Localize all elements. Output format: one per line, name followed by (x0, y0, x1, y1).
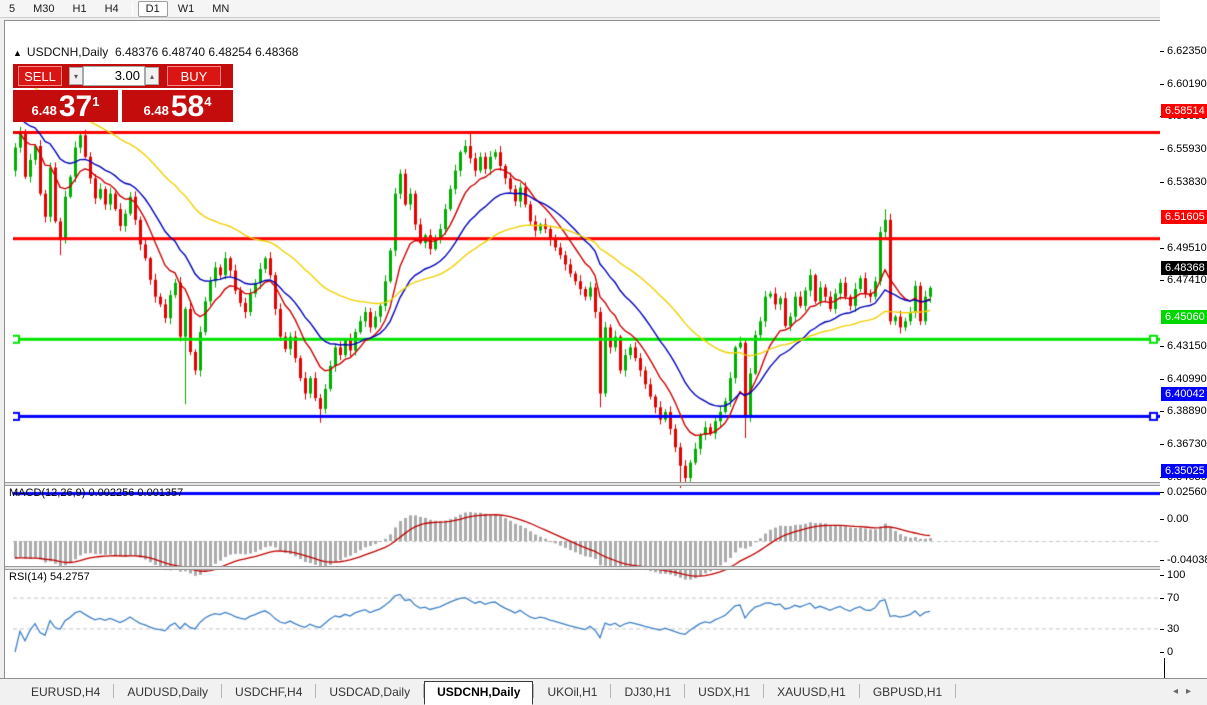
chart-ohlc-values: 6.48376 6.48740 6.48254 6.48368 (115, 45, 299, 59)
chart-symbol-label: USDCNH,Daily (27, 45, 108, 59)
price-tick: 6.60190 (1160, 78, 1207, 91)
chart-tab-bar: EURUSD,H4AUDUSD,DailyUSDCHF,H4USDCAD,Dai… (0, 678, 1207, 705)
macd-axis-tick: 0.025609 (1160, 486, 1207, 499)
timeframe-button-mn[interactable]: MN (204, 1, 237, 17)
one-click-collapse-icon[interactable]: ▲ (13, 48, 22, 58)
volume-decrease-button[interactable]: ▾ (69, 67, 83, 85)
chart-tab-eurusd[interactable]: EURUSD,H4 (18, 681, 113, 705)
price-axis[interactable]: 6.623506.601906.580906.559306.538306.495… (1160, 0, 1207, 658)
chart-tab-usdx[interactable]: USDX,H1 (685, 681, 763, 705)
chart-canvas[interactable] (13, 43, 1164, 679)
sell-price-prefix: 6.48 (32, 103, 57, 118)
price-tick: 6.53830 (1160, 176, 1207, 189)
tab-scroll-left-icon[interactable]: ◂ (1173, 686, 1186, 697)
timeframe-button-w1[interactable]: W1 (170, 1, 203, 17)
volume-increase-button[interactable]: ▴ (145, 67, 159, 85)
timeframe-button-m30[interactable]: M30 (25, 1, 62, 17)
rsi-indicator-label: RSI(14) 54.2757 (9, 571, 90, 583)
price-marker: 6.35025 (1161, 464, 1207, 478)
price-marker: 6.45060 (1161, 310, 1207, 324)
volume-input[interactable]: 3.00 (83, 66, 145, 86)
rsi-axis-tick: 70 (1160, 592, 1179, 605)
price-marker: 6.58514 (1161, 104, 1207, 118)
buy-price-point: 4 (204, 94, 211, 109)
buy-price-prefix: 6.48 (144, 103, 169, 118)
tab-scroll-right-icon[interactable]: ▸ (1186, 686, 1199, 697)
sell-price-pips: 37 (59, 92, 92, 122)
price-tick: 6.62350 (1160, 45, 1207, 58)
chart-title: ▲ USDCNH,Daily 6.48376 6.48740 6.48254 6.… (13, 45, 298, 59)
price-tick: 6.55930 (1160, 143, 1207, 156)
timeframe-button-h4[interactable]: H4 (97, 1, 127, 17)
chart-tab-usdchf[interactable]: USDCHF,H4 (222, 681, 315, 705)
macd-indicator-label: MACD(12,26,9) 0.002256 0.001357 (9, 487, 183, 499)
timeframe-button-d1[interactable]: D1 (138, 1, 168, 17)
price-marker: 6.51605 (1161, 210, 1207, 224)
price-tick: 6.38890 (1160, 405, 1207, 418)
price-marker: 6.40042 (1161, 387, 1207, 401)
one-click-top-row: SELL ▾ 3.00 ▴ BUY (13, 64, 233, 88)
timeframe-toolbar: 5M30H1H4 D1W1MN (0, 0, 1207, 18)
chart-tab-xauusd[interactable]: XAUUSD,H1 (764, 681, 859, 705)
chart-tab-usdcad[interactable]: USDCAD,Daily (316, 681, 423, 705)
buy-price-display[interactable]: 6.48 58 4 (122, 90, 233, 122)
rsi-axis-tick: 30 (1160, 623, 1179, 636)
buy-price-pips: 58 (171, 92, 204, 122)
price-tick: 6.49510 (1160, 242, 1207, 255)
price-tick: 6.36730 (1160, 438, 1207, 451)
price-marker: 6.48368 (1161, 261, 1207, 275)
rsi-axis-tick: 0 (1160, 646, 1173, 659)
chart-window: ▲ USDCNH,Daily 6.48376 6.48740 6.48254 6.… (4, 20, 1207, 678)
macd-pane-separator[interactable] (5, 482, 1207, 486)
price-tick: 6.47410 (1160, 274, 1207, 287)
rsi-axis-tick: 100 (1160, 569, 1185, 582)
sell-price-point: 1 (92, 94, 99, 109)
chart-tab-dj30[interactable]: DJ30,H1 (611, 681, 684, 705)
mt4-terminal: 5M30H1H4 D1W1MN ▲ USDCNH,Daily 6.48376 6.4… (0, 0, 1207, 705)
sell-button[interactable]: SELL (18, 66, 62, 86)
one-click-trading-panel: SELL ▾ 3.00 ▴ BUY 6.48 37 1 6.48 58 4 (13, 64, 233, 122)
price-tick: 6.40990 (1160, 373, 1207, 386)
chart-tab-ukoil[interactable]: UKOil,H1 (534, 681, 610, 705)
tab-separator (955, 684, 956, 698)
macd-axis-tick: -0.04038 (1160, 554, 1207, 567)
rsi-pane-separator[interactable] (5, 566, 1207, 570)
timeframe-button-5[interactable]: 5 (1, 1, 23, 17)
buy-button[interactable]: BUY (167, 66, 221, 86)
timeframe-button-h1[interactable]: H1 (65, 1, 95, 17)
tab-scroll-arrows: ◂▸ (1173, 686, 1199, 697)
toolbar-separator (132, 2, 133, 16)
sell-price-display[interactable]: 6.48 37 1 (13, 90, 118, 122)
chart-tab-usdcnh[interactable]: USDCNH,Daily (424, 681, 533, 705)
macd-axis-tick: 0.00 (1160, 513, 1188, 526)
chart-tab-audusd[interactable]: AUDUSD,Daily (114, 681, 221, 705)
price-tick: 6.43150 (1160, 340, 1207, 353)
chart-tab-gbpusd[interactable]: GBPUSD,H1 (860, 681, 955, 705)
